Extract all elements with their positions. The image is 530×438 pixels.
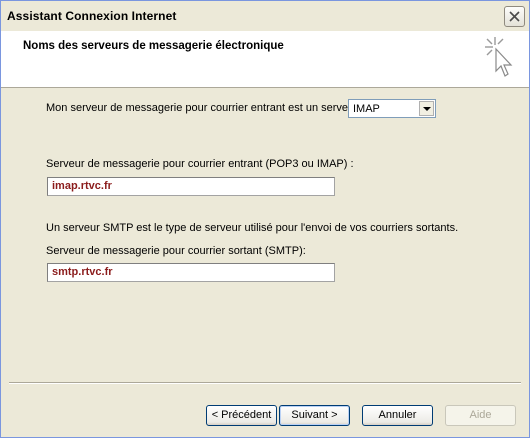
smtp-info-text: Un serveur SMTP est le type de serveur u… (46, 222, 459, 234)
server-type-dropdown[interactable]: IMAP (348, 99, 436, 118)
close-button[interactable] (504, 6, 525, 27)
incoming-server-label: Serveur de messagerie pour courrier entr… (46, 158, 354, 170)
help-button[interactable]: Aide (445, 405, 516, 426)
previous-button[interactable]: < Précédent (206, 405, 277, 426)
sparkle-cursor-icon (485, 37, 513, 77)
window-title: Assistant Connexion Internet (7, 9, 177, 23)
outgoing-server-label: Serveur de messagerie pour courrier sort… (46, 245, 306, 257)
dropdown-arrow-button[interactable] (419, 101, 434, 116)
chevron-down-icon (423, 107, 431, 111)
incoming-server-field[interactable]: imap.rtvc.fr (47, 177, 335, 196)
title-bar: Assistant Connexion Internet (1, 1, 529, 31)
cancel-button[interactable]: Annuler (362, 405, 433, 426)
server-type-label: Mon serveur de messagerie pour courrier … (46, 102, 358, 114)
server-type-value: IMAP (353, 103, 380, 115)
page-title: Noms des serveurs de messagerie électron… (23, 40, 284, 52)
wizard-header: Noms des serveurs de messagerie électron… (1, 31, 529, 88)
wizard-window: Assistant Connexion Internet Noms des se… (0, 0, 530, 438)
outgoing-server-field[interactable]: smtp.rtvc.fr (47, 263, 335, 282)
close-icon (509, 11, 520, 22)
next-button[interactable]: Suivant > (279, 405, 350, 426)
wizard-content: Mon serveur de messagerie pour courrier … (1, 88, 529, 382)
button-separator (9, 382, 521, 384)
